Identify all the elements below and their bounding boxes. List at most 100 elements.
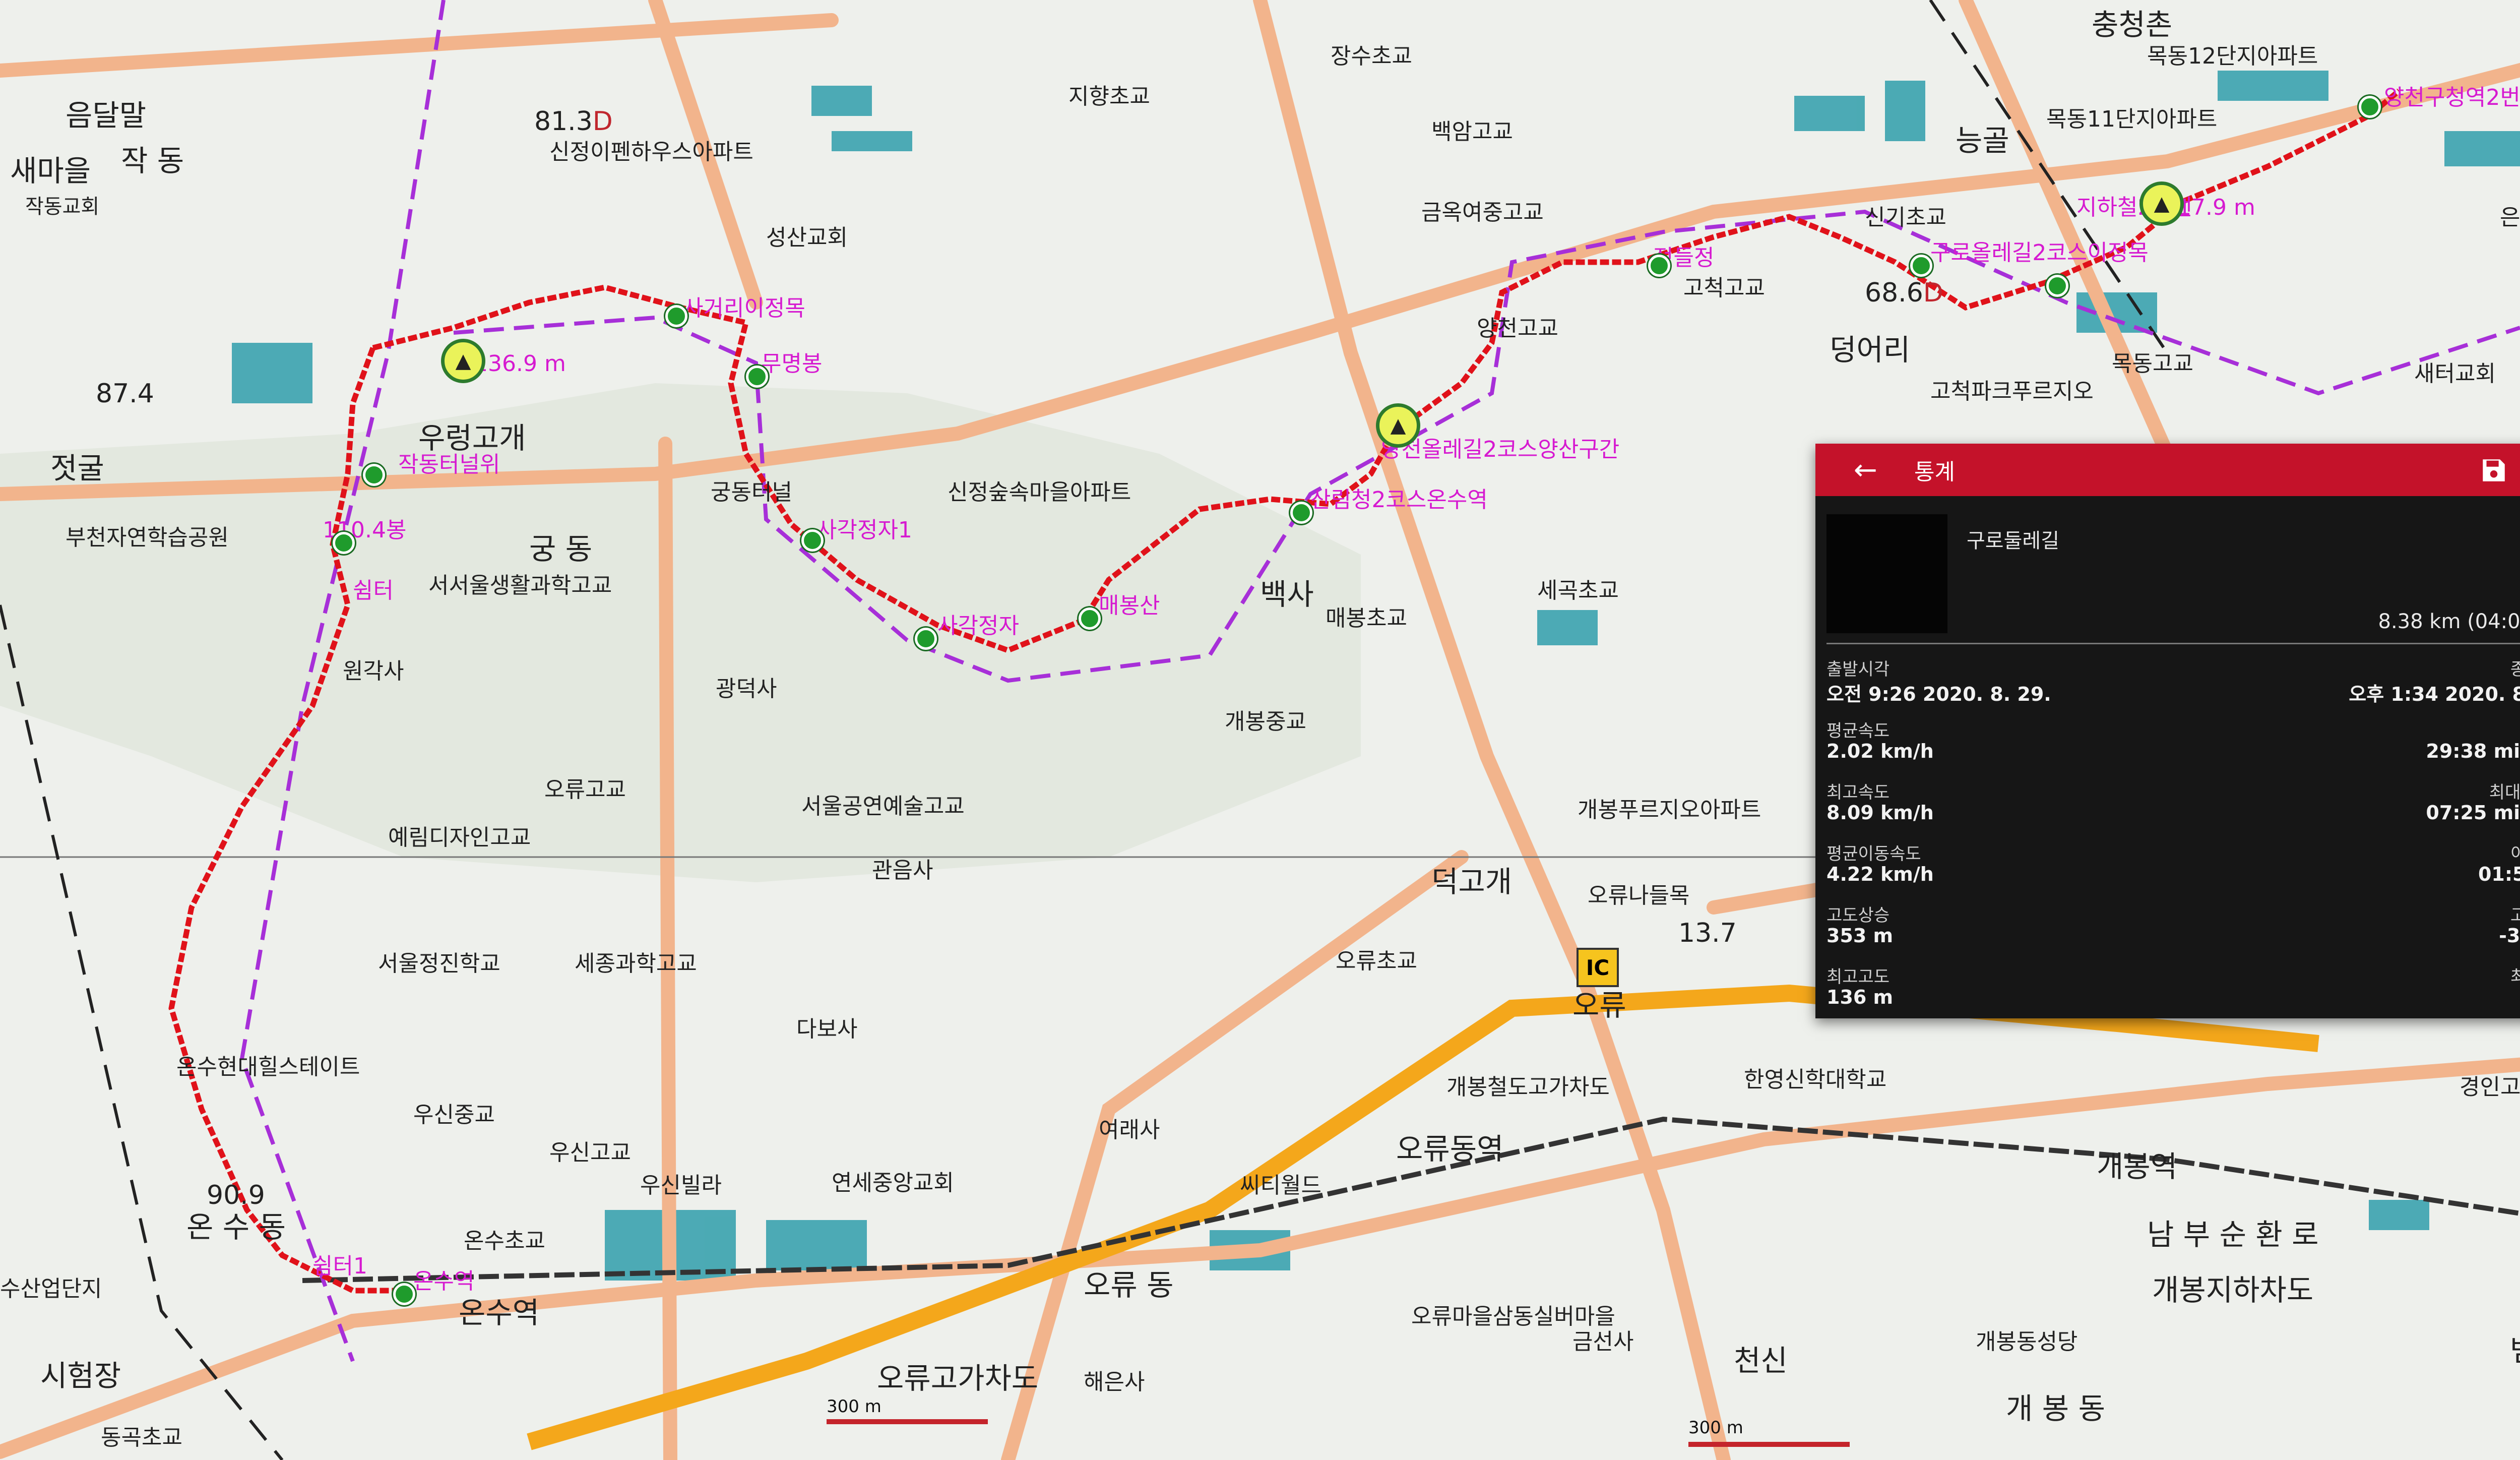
place-label: 남 부 순 환 로 bbox=[2147, 1218, 2319, 1252]
stat-value: 07:25 min/km bbox=[2426, 802, 2520, 824]
place-label: 젓굴 bbox=[50, 451, 104, 485]
place-label: 은정초교 bbox=[2500, 205, 2520, 230]
route-waypoint-label[interactable]: 사각정자1 bbox=[816, 519, 912, 541]
route-waypoint-label[interactable]: 양천구청역2번출구 bbox=[2384, 87, 2520, 109]
place-label: 덩어리 bbox=[1830, 333, 1911, 367]
scale-label: 300 m bbox=[827, 1396, 881, 1417]
route-waypoint-label[interactable]: 산림청2코스온수역 bbox=[1310, 489, 1488, 511]
place-label: 고척고교 bbox=[1683, 275, 1765, 301]
place-label: 음달말 bbox=[66, 98, 147, 133]
track-thumbnail[interactable] bbox=[1826, 514, 1947, 633]
place-label: 온 수 동 bbox=[186, 1210, 286, 1244]
waypoint-marker[interactable] bbox=[2046, 275, 2068, 297]
place-label: 능골 bbox=[1956, 124, 2009, 158]
stat-value: 오전 9:26 2020. 8. 29. bbox=[1826, 683, 2051, 705]
station-peak-icon[interactable]: ▲ bbox=[2139, 181, 2184, 226]
place-label: 신정숲속마을아파트 bbox=[948, 479, 1131, 505]
route-waypoint-label[interactable]: 구로올레길2코스이정목 bbox=[1930, 242, 2149, 264]
waypoint-marker[interactable] bbox=[915, 628, 937, 650]
place-label: 서서울생활과학고교 bbox=[428, 573, 612, 598]
interchange-ic-icon: IC bbox=[1577, 948, 1619, 987]
scale-bar bbox=[827, 1419, 988, 1424]
place-label: 87.4 bbox=[96, 379, 154, 409]
waypoint-marker[interactable] bbox=[363, 464, 385, 486]
route-waypoint-label[interactable]: 작동터널위 bbox=[398, 454, 500, 476]
waypoint-marker[interactable] bbox=[2359, 96, 2381, 118]
elevation-d-marker: D bbox=[1923, 278, 1943, 308]
waypoint-marker[interactable] bbox=[801, 529, 824, 552]
place-label: 씨티월드 bbox=[1240, 1173, 1321, 1198]
route-waypoint-label[interactable]: 양천올레길2코스양산구간 bbox=[1381, 439, 1619, 461]
route-waypoint-label[interactable]: 온수역 bbox=[413, 1270, 474, 1293]
summit-peak-icon[interactable]: ▲ bbox=[441, 339, 485, 383]
route-waypoint-label[interactable]: 무명봉 bbox=[761, 353, 822, 375]
place-label: 우렁고개 bbox=[418, 421, 526, 455]
place-label: 오류나들목 bbox=[1588, 883, 1690, 908]
place-label: 서울정진학교 bbox=[378, 951, 500, 977]
waypoint-marker[interactable] bbox=[746, 366, 768, 388]
save-icon[interactable] bbox=[2479, 456, 2509, 485]
waypoint-marker[interactable] bbox=[665, 305, 687, 327]
waypoint-marker[interactable] bbox=[333, 532, 355, 554]
place-label: 매봉초교 bbox=[1326, 605, 1407, 631]
waypoint-marker[interactable] bbox=[393, 1283, 415, 1305]
place-label: 관음사 bbox=[872, 858, 933, 883]
route-waypoint-label[interactable]: 사거리이정목 bbox=[683, 297, 805, 320]
place-label: 궁동터널 bbox=[711, 479, 792, 505]
route-waypoint-label[interactable]: 사각정자 bbox=[937, 615, 1019, 637]
waypoint-marker[interactable] bbox=[1290, 502, 1312, 524]
route-waypoint-label[interactable]: 쉼터1 bbox=[312, 1255, 367, 1278]
place-label: 우신고교 bbox=[549, 1140, 631, 1166]
place-label: 궁 동 bbox=[529, 532, 593, 566]
place-label: 개봉역 bbox=[2097, 1149, 2178, 1184]
stat-label: 고도하강 bbox=[2510, 905, 2520, 926]
place-label: 장수초교 bbox=[1331, 43, 1412, 69]
route-waypoint-label[interactable]: 136.9 m bbox=[474, 353, 566, 375]
place-label: 개 봉 동 bbox=[2006, 1391, 2105, 1426]
place-label: 작동교회 bbox=[25, 195, 100, 218]
waypoint-marker[interactable] bbox=[1910, 255, 1932, 277]
stat-label: 종료시각 bbox=[2510, 659, 2520, 680]
place-label: 원각사 bbox=[343, 658, 404, 684]
place-label: 세종과학고교 bbox=[575, 951, 697, 977]
place-label: 부천자연학습공원 bbox=[66, 525, 229, 551]
place-label: 오류고교 bbox=[544, 777, 626, 803]
elevation-label: 81.3D bbox=[534, 108, 613, 135]
back-arrow-icon[interactable]: ← bbox=[1854, 454, 1884, 486]
stat-value: 오후 1:34 2020. 8. 29. bbox=[2349, 683, 2520, 705]
place-label: 오류고가차도 bbox=[877, 1361, 1039, 1395]
stat-label: 평균속도 bbox=[1826, 721, 1890, 741]
midpoint-peak-icon[interactable]: ▲ bbox=[1376, 403, 1420, 448]
stat-value: 01:59:07 bbox=[2478, 863, 2520, 885]
route-waypoint-label[interactable]: 쉼터 bbox=[353, 580, 394, 602]
place-label: 세곡초교 bbox=[1537, 578, 1619, 603]
stat-label: 이동시간 bbox=[2510, 844, 2520, 864]
place-label: 오류 동 bbox=[1084, 1268, 1174, 1302]
place-label: 성산교회 bbox=[766, 225, 848, 251]
stat-value: 136 m bbox=[1826, 986, 1894, 1008]
elevation-label: 68.6D bbox=[1865, 280, 1943, 306]
stat-label: 평균이동속도 bbox=[1826, 844, 1921, 864]
stat-value: -373 m bbox=[2499, 925, 2520, 947]
place-label: 개봉철도고가차도 bbox=[1446, 1074, 1610, 1100]
stat-row: 고도상승353 m 고도하강-373 m bbox=[1826, 901, 2520, 963]
place-label: 목동11단지아파트 bbox=[2046, 106, 2218, 132]
place-label: 오류동역 bbox=[1396, 1132, 1504, 1166]
place-label: 다보사 bbox=[796, 1016, 858, 1042]
waypoint-marker[interactable] bbox=[1648, 255, 1670, 277]
place-label: 우신중교 bbox=[413, 1102, 495, 1128]
stat-label: 최고고도 bbox=[1826, 967, 1890, 987]
waypoint-marker[interactable] bbox=[1079, 607, 1101, 630]
route-waypoint-label[interactable]: 매봉산 bbox=[1099, 595, 1160, 617]
place-label: 백사 bbox=[1260, 577, 1314, 612]
stat-label: 최저고도 bbox=[2510, 967, 2520, 987]
place-label: 연세중앙교회 bbox=[832, 1170, 954, 1196]
stat-value: 29:38 min/km bbox=[2426, 740, 2520, 762]
place-label: 여래사 bbox=[1099, 1117, 1160, 1143]
place-label: 목동고교 bbox=[2112, 351, 2193, 377]
track-name: 구로둘레길 bbox=[1967, 529, 2059, 553]
place-label: 온수역 bbox=[459, 1296, 540, 1330]
statistics-title: 통계 bbox=[1914, 459, 1955, 485]
stat-label: 출발시각 bbox=[1826, 659, 1890, 680]
place-label: 작 동 bbox=[121, 144, 184, 178]
